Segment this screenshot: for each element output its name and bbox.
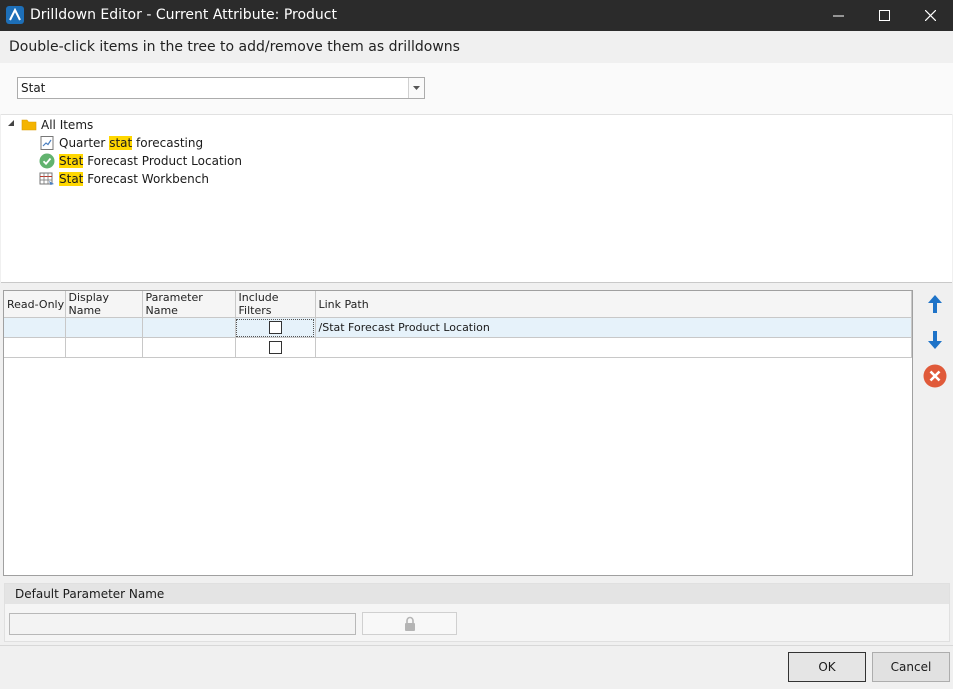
column-header-link-path[interactable]: Link Path xyxy=(315,291,912,318)
drilldown-table: Read-Only Display Name Parameter Name In… xyxy=(4,291,912,358)
tree-label-post: Forecast Product Location xyxy=(83,154,242,168)
maximize-button[interactable] xyxy=(861,0,907,31)
minimize-icon xyxy=(832,15,844,17)
remove-icon xyxy=(923,364,947,388)
maximize-icon xyxy=(878,10,890,21)
cell-parameter-name[interactable] xyxy=(142,337,236,358)
drilldown-grid[interactable]: Read-Only Display Name Parameter Name In… xyxy=(3,290,913,576)
title-bar: Drilldown Editor - Current Attribute: Pr… xyxy=(0,0,953,31)
column-header-read-only[interactable]: Read-Only xyxy=(4,291,66,318)
default-parameter-panel: Default Parameter Name xyxy=(4,583,950,642)
cell-include-filters[interactable] xyxy=(235,317,316,338)
window-title: Drilldown Editor - Current Attribute: Pr… xyxy=(30,7,337,23)
tree-label-post: Forecast Workbench xyxy=(83,172,209,186)
items-tree[interactable]: All Items Quarter stat forecasting Stat … xyxy=(1,114,952,283)
cell-include-filters[interactable] xyxy=(235,337,316,358)
close-button[interactable] xyxy=(907,0,953,31)
default-parameter-input[interactable] xyxy=(9,613,356,635)
instruction-text: Double-click items in the tree to add/re… xyxy=(9,39,460,55)
workbench-icon xyxy=(39,171,55,187)
cell-parameter-name[interactable] xyxy=(142,317,236,338)
move-up-icon xyxy=(928,295,942,313)
cell-display-name[interactable] xyxy=(65,317,143,338)
table-row[interactable]: /Stat Forecast Product Location xyxy=(4,317,912,338)
cell-link-path[interactable]: /Stat Forecast Product Location xyxy=(315,317,912,338)
cell-read-only[interactable] xyxy=(4,337,66,358)
default-parameter-header: Default Parameter Name xyxy=(5,584,949,604)
tree-node-item[interactable]: Quarter stat forecasting xyxy=(39,134,203,152)
app-logo-icon xyxy=(6,6,24,24)
search-highlight: Stat xyxy=(59,172,84,186)
tree-label-pre: Quarter xyxy=(59,136,110,150)
cell-link-path[interactable] xyxy=(315,337,912,358)
chevron-down-icon xyxy=(413,86,420,90)
tree-expander-icon[interactable] xyxy=(7,119,15,127)
filter-value: Stat xyxy=(21,81,46,95)
cancel-button[interactable]: Cancel xyxy=(872,652,950,682)
combo-dropdown-button[interactable] xyxy=(408,78,424,98)
lock-button[interactable] xyxy=(362,612,457,635)
filter-area: Stat xyxy=(0,63,953,114)
dialog-footer: OK Cancel xyxy=(0,645,953,689)
cell-read-only[interactable] xyxy=(4,317,66,338)
tree-node-all-items[interactable]: All Items xyxy=(21,116,93,134)
include-filters-checkbox[interactable] xyxy=(268,341,282,355)
tree-node-item[interactable]: Stat Forecast Product Location xyxy=(39,152,242,170)
minimize-button[interactable] xyxy=(815,0,861,31)
table-header-row: Read-Only Display Name Parameter Name In… xyxy=(4,291,912,318)
ok-button[interactable]: OK xyxy=(788,652,866,682)
column-header-include-filters[interactable]: Include Filters xyxy=(235,291,316,318)
folder-icon xyxy=(21,117,37,133)
filter-combobox[interactable]: Stat xyxy=(17,77,425,99)
include-filters-checkbox[interactable] xyxy=(268,321,282,335)
move-up-button[interactable] xyxy=(922,291,948,317)
lock-icon xyxy=(404,616,415,631)
instruction-bar: Double-click items in the tree to add/re… xyxy=(0,31,953,63)
table-row[interactable] xyxy=(4,337,912,358)
close-icon xyxy=(924,10,936,21)
tree-node-item[interactable]: Stat Forecast Workbench xyxy=(39,170,209,188)
search-highlight: Stat xyxy=(59,154,84,168)
cell-display-name[interactable] xyxy=(65,337,143,358)
tree-label-post: forecasting xyxy=(132,136,204,150)
search-highlight: stat xyxy=(109,136,133,150)
column-header-parameter-name[interactable]: Parameter Name xyxy=(142,291,236,318)
default-parameter-label: Default Parameter Name xyxy=(15,587,165,601)
tree-node-label: All Items xyxy=(41,118,94,132)
chart-icon xyxy=(39,135,55,151)
column-header-display-name[interactable]: Display Name xyxy=(65,291,143,318)
move-down-icon xyxy=(928,331,942,349)
move-down-button[interactable] xyxy=(922,327,948,353)
remove-button[interactable] xyxy=(922,363,948,389)
check-circle-icon xyxy=(39,153,55,169)
